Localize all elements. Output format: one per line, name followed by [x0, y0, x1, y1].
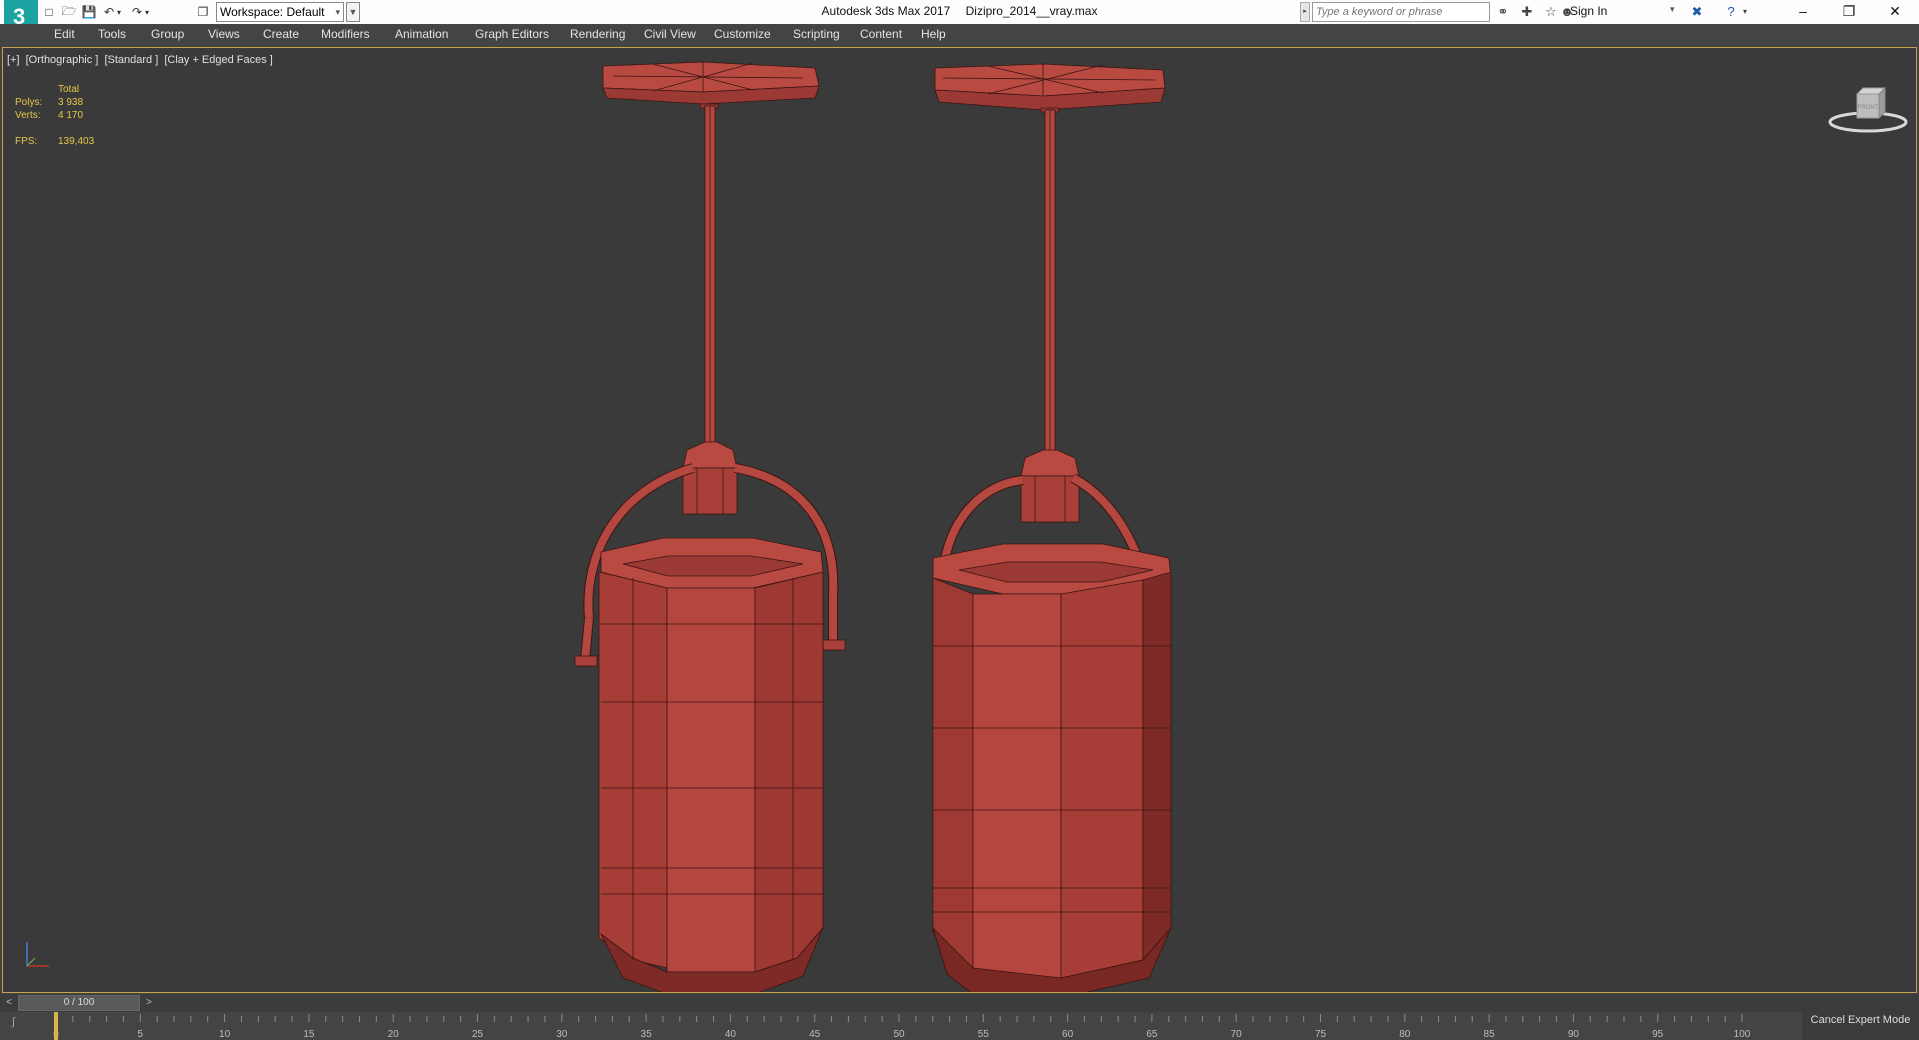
restore-button[interactable]: ❐	[1826, 0, 1872, 24]
ruler-tick-label: 45	[809, 1029, 821, 1040]
workspace-label: Workspace: Default	[220, 5, 325, 19]
viewport-label-menu[interactable]: [+] [Orthographic ] [Standard ] [Clay + …	[7, 54, 276, 66]
stats-header: Total	[58, 84, 80, 95]
new-file-icon[interactable]: □	[40, 3, 58, 21]
menu-bar: Edit Tools Group Views Create Modifiers …	[0, 24, 1919, 46]
ruler-tick-label: 95	[1652, 1029, 1664, 1040]
track-bar-ruler[interactable]: 0510152025303540455055606570758085909510…	[0, 1012, 1800, 1040]
viewport-general-menu[interactable]: [+]	[7, 54, 20, 66]
menu-create[interactable]: Create	[263, 27, 299, 41]
search-input[interactable]	[1312, 2, 1490, 22]
menu-customize[interactable]: Customize	[714, 27, 771, 41]
time-slider-next-button[interactable]: >	[142, 995, 156, 1011]
close-button[interactable]: ✕	[1872, 0, 1918, 24]
timeline-panel: < 0 / 100 > 0510152025303540455055606570…	[0, 994, 1919, 1040]
polys-label: Polys:	[15, 97, 43, 108]
polys-value: 3 938	[58, 97, 84, 108]
perspective-viewport[interactable]: [+] [Orthographic ] [Standard ] [Clay + …	[2, 47, 1917, 993]
lamp-model-right[interactable]	[932, 63, 1172, 992]
quick-access-customize-icon[interactable]: ▼	[346, 2, 360, 22]
viewport-point-of-view-menu[interactable]: [Orthographic ]	[26, 54, 99, 66]
verts-label: Verts:	[15, 110, 41, 121]
menu-modifiers[interactable]: Modifiers	[321, 27, 370, 41]
ruler-tick-label: 40	[725, 1029, 737, 1040]
search-expand-icon[interactable]: ▸	[1300, 2, 1310, 22]
viewport-shading-standard-menu[interactable]: [Standard ]	[104, 54, 158, 66]
viewcube-face-label: FRONT	[1858, 105, 1879, 111]
cancel-expert-mode-button[interactable]: Cancel Expert Mode	[1802, 1000, 1919, 1040]
menu-edit[interactable]: Edit	[54, 27, 75, 41]
redo-dropdown-icon[interactable]: ▾	[142, 3, 152, 21]
time-slider-thumb[interactable]: 0 / 100	[18, 995, 140, 1011]
ruler-tick-label: 65	[1146, 1029, 1158, 1040]
ruler-tick-label: 75	[1315, 1029, 1327, 1040]
menu-graph-editors[interactable]: Graph Editors	[475, 27, 549, 41]
project-folder-icon[interactable]: ❐	[194, 3, 212, 21]
menu-help[interactable]: Help	[921, 27, 946, 41]
track-bar[interactable]: 0510152025303540455055606570758085909510…	[0, 1012, 1800, 1040]
sign-in-dropdown-icon[interactable]: ▾	[1670, 4, 1675, 15]
ruler-tick-label: 35	[641, 1029, 653, 1040]
ruler-tick-label: 20	[388, 1029, 400, 1040]
autodesk-app-store-icon[interactable]: ✖	[1688, 3, 1706, 21]
communication-center-icon[interactable]: ✚	[1518, 3, 1536, 21]
scene-model[interactable]	[3, 48, 1916, 992]
save-file-icon[interactable]: 💾	[80, 3, 98, 21]
fps-value: 139,403	[58, 136, 95, 147]
app-title: Autodesk 3ds Max 2017	[821, 4, 951, 18]
ruler-tick-label: 30	[556, 1029, 568, 1040]
help-icon[interactable]: ?	[1722, 3, 1740, 21]
menu-tools[interactable]: Tools	[98, 27, 126, 41]
menu-content[interactable]: Content	[860, 27, 902, 41]
workspace-dropdown[interactable]: Workspace: Default ▾	[216, 2, 344, 22]
ruler-tick-label: 80	[1399, 1029, 1411, 1040]
fps-label: FPS:	[15, 136, 38, 147]
menu-group[interactable]: Group	[151, 27, 184, 41]
ruler-tick-label: 90	[1568, 1029, 1580, 1040]
current-frame-marker[interactable]	[54, 1012, 58, 1040]
ruler-tick-label: 50	[893, 1029, 905, 1040]
minimize-button[interactable]: –	[1780, 0, 1826, 24]
ruler-tick-label: 85	[1484, 1029, 1496, 1040]
verts-value: 4 170	[58, 110, 84, 121]
menu-rendering[interactable]: Rendering	[570, 27, 625, 41]
menu-scripting[interactable]: Scripting	[793, 27, 840, 41]
time-slider-prev-button[interactable]: <	[2, 995, 16, 1011]
open-file-icon[interactable]: 🗁	[60, 3, 78, 21]
chevron-down-icon: ▾	[335, 7, 340, 17]
title-bar: 3 □ 🗁 💾 ↶ ▾ ↷ ▾ ❐ Workspace: Default ▾ ▼…	[0, 0, 1919, 46]
time-slider[interactable]: < 0 / 100 >	[0, 994, 1919, 1012]
sign-in-button[interactable]: Sign In	[1570, 4, 1607, 18]
file-name: Dizipro_2014__vray.max	[965, 4, 1098, 18]
axis-tripod-icon	[26, 942, 49, 967]
menu-civil-view[interactable]: Civil View	[644, 27, 696, 41]
undo-dropdown-icon[interactable]: ▾	[114, 3, 124, 21]
ruler-tick-label: 15	[303, 1029, 315, 1040]
viewport-visual-style-menu[interactable]: [Clay + Edged Faces ]	[164, 54, 273, 66]
ruler-tick-label: 55	[978, 1029, 990, 1040]
lamp-model-left[interactable]	[574, 61, 846, 992]
curve-editor-icon[interactable]: ∫	[12, 1016, 15, 1028]
ruler-tick-label: 5	[138, 1029, 144, 1040]
search-area: ▸	[1300, 2, 1490, 22]
ruler-tick-label: 60	[1062, 1029, 1074, 1040]
ruler-tick-label: 70	[1231, 1029, 1243, 1040]
binoculars-icon[interactable]: ⚭	[1494, 3, 1512, 21]
help-dropdown-icon[interactable]: ▾	[1740, 3, 1750, 21]
menu-animation[interactable]: Animation	[395, 27, 448, 41]
viewcube-icon[interactable]: FRONT	[1823, 78, 1913, 138]
menu-views[interactable]: Views	[208, 27, 240, 41]
ruler-tick-label: 10	[219, 1029, 231, 1040]
ruler-tick-label: 25	[472, 1029, 484, 1040]
ruler-tick-label: 100	[1734, 1029, 1751, 1040]
